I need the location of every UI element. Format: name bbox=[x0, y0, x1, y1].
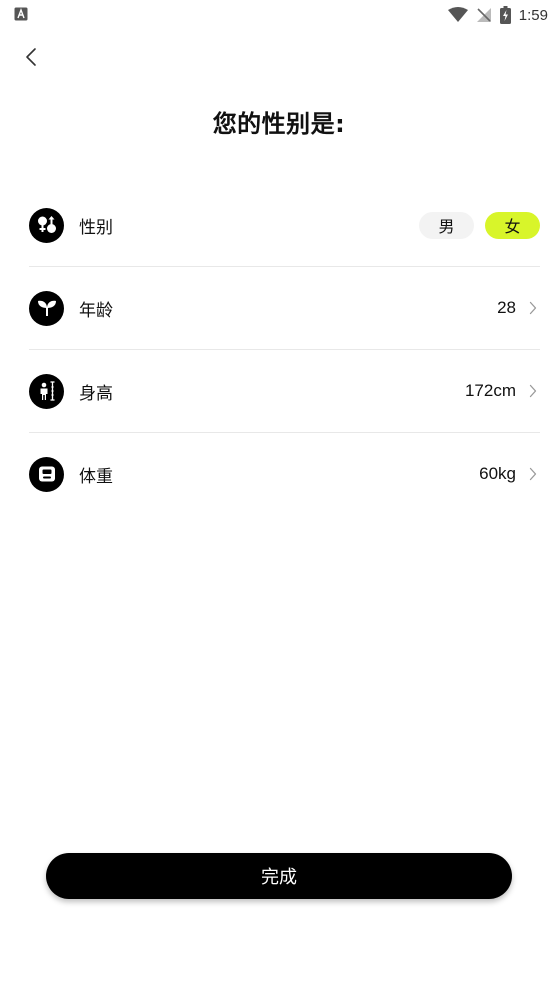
height-measure-icon bbox=[29, 373, 64, 409]
no-signal-icon bbox=[476, 8, 491, 22]
status-time: 1:59 bbox=[518, 6, 548, 24]
height-value: 172cm bbox=[464, 381, 516, 400]
back-button[interactable] bbox=[18, 44, 44, 70]
weight-label: 体重 bbox=[79, 466, 113, 487]
status-bar: 1:59 bbox=[0, 0, 558, 30]
app-a-icon bbox=[14, 7, 28, 21]
weight-value: 60kg bbox=[479, 464, 516, 483]
gender-label: 性别 bbox=[79, 217, 113, 238]
done-button[interactable]: 完成 bbox=[46, 853, 512, 899]
sprout-icon bbox=[29, 290, 64, 326]
gender-row: 性别 男 女 bbox=[29, 184, 540, 267]
chevron-right-icon bbox=[526, 467, 540, 481]
page-title: 您的性别是: bbox=[212, 110, 346, 138]
chevron-left-icon bbox=[26, 48, 36, 66]
age-value-wrap: 28 bbox=[497, 267, 540, 349]
gender-option-female[interactable]: 女 bbox=[485, 211, 540, 239]
age-row[interactable]: 年龄 28 bbox=[29, 267, 540, 350]
chevron-right-icon bbox=[526, 384, 540, 398]
height-label: 身高 bbox=[79, 383, 113, 404]
wifi-icon bbox=[447, 7, 468, 22]
chevron-right-icon bbox=[526, 301, 540, 315]
battery-charging-icon bbox=[499, 6, 511, 24]
gender-toggle: 男 女 bbox=[419, 184, 540, 266]
height-value-wrap: 172cm bbox=[465, 350, 540, 432]
age-value: 28 bbox=[497, 298, 516, 317]
gender-icon bbox=[29, 207, 64, 243]
age-label: 年龄 bbox=[79, 300, 113, 321]
profile-list: 性别 男 女 年龄 28 身高 172cm 体重 60kg bbox=[29, 184, 540, 515]
height-row[interactable]: 身高 172cm bbox=[29, 350, 540, 433]
gender-option-male[interactable]: 男 bbox=[419, 211, 474, 239]
status-icons: 1:59 bbox=[447, 5, 548, 25]
scale-icon bbox=[29, 456, 64, 492]
weight-row[interactable]: 体重 60kg bbox=[29, 433, 540, 515]
weight-value-wrap: 60kg bbox=[479, 433, 540, 515]
